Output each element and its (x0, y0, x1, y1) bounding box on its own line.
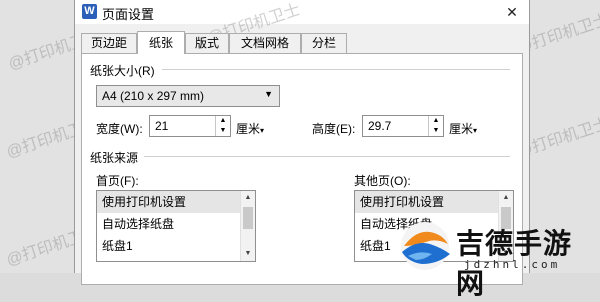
chevron-down-icon: ▾ (473, 126, 478, 135)
logo-wave-icon (401, 222, 450, 270)
spin-down-icon[interactable]: ▼ (429, 126, 443, 136)
height-label: 高度(E): (312, 122, 356, 136)
paper-size-value: A4 (210 x 297 mm) (102, 89, 205, 103)
spin-up-icon[interactable]: ▲ (429, 116, 443, 126)
list-item[interactable]: 使用打印机设置 (355, 191, 499, 213)
spin-up-icon[interactable]: ▲ (216, 116, 230, 126)
scroll-up-icon[interactable]: ▲ (241, 191, 255, 205)
width-unit-dropdown[interactable]: 厘米▾ (236, 120, 264, 137)
other-pages-label: 其他页(O): (354, 174, 411, 188)
paper-size-group-label: 纸张大小(R) (90, 62, 159, 79)
list-item[interactable]: 自动选择纸盘 (97, 213, 241, 235)
tab-columns[interactable]: 分栏 (301, 33, 347, 53)
close-button[interactable]: ✕ (495, 0, 529, 24)
tab-layout[interactable]: 版式 (185, 33, 229, 53)
title-bar: W 页面设置 ✕ (75, 0, 529, 24)
dialog-title: 页面设置 (102, 7, 155, 22)
scrollbar-thumb[interactable] (243, 207, 253, 229)
paper-size-select[interactable]: A4 (210 x 297 mm) ▼ (96, 85, 280, 107)
width-input[interactable]: 21 ▲ ▼ (149, 115, 231, 137)
site-logo: 吉德手游网 jdzhnl.com (398, 218, 600, 299)
divider (162, 69, 510, 70)
tab-paper[interactable]: 纸张 (137, 31, 185, 54)
first-page-label: 首页(F): (96, 174, 139, 188)
scroll-up-icon[interactable]: ▲ (499, 191, 513, 205)
tab-document-grid[interactable]: 文档网格 (229, 33, 301, 53)
divider (144, 156, 510, 157)
scrollbar[interactable]: ▲ ▼ (240, 191, 255, 261)
width-unit: 厘米 (236, 122, 261, 136)
height-unit: 厘米 (449, 122, 474, 136)
dropdown-arrow-icon: ▼ (264, 89, 273, 99)
width-value: 21 (155, 119, 169, 133)
height-spinner: ▲ ▼ (428, 116, 443, 136)
list-item[interactable]: 使用打印机设置 (97, 191, 241, 213)
spin-down-icon[interactable]: ▼ (216, 126, 230, 136)
scroll-down-icon[interactable]: ▼ (241, 247, 255, 261)
close-icon: ✕ (506, 4, 518, 20)
tab-margins[interactable]: 页边距 (81, 33, 137, 53)
width-label: 宽度(W): (96, 122, 143, 136)
list-item[interactable]: 纸盘1 (97, 235, 241, 257)
height-input[interactable]: 29.7 ▲ ▼ (362, 115, 444, 137)
height-unit-dropdown[interactable]: 厘米▾ (449, 120, 477, 137)
chevron-down-icon: ▾ (260, 126, 265, 135)
first-page-listbox[interactable]: 使用打印机设置 自动选择纸盘 纸盘1 ▲ ▼ (96, 190, 256, 262)
paper-source-group-label: 纸张来源 (90, 149, 143, 166)
height-value: 29.7 (368, 119, 392, 133)
width-spinner: ▲ ▼ (215, 116, 230, 136)
logo-subtext: jdzhnl.com (464, 258, 561, 271)
app-icon: W (82, 4, 97, 19)
